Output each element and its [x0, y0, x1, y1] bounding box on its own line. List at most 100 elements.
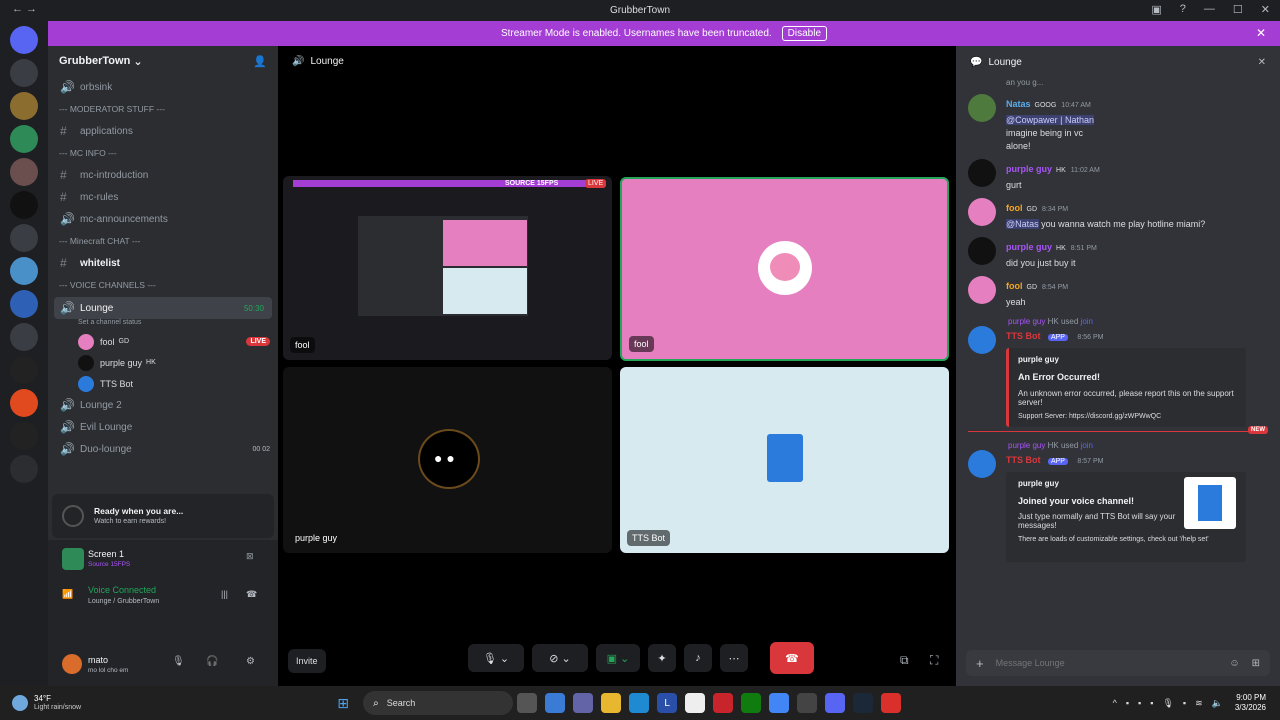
start-icon[interactable]: ⊞	[333, 693, 353, 713]
server-icon[interactable]	[10, 158, 38, 186]
add-member-icon[interactable]: 👤	[253, 55, 267, 68]
server-icon[interactable]	[10, 422, 38, 450]
server-icon[interactable]	[10, 455, 38, 483]
server-icon[interactable]	[10, 356, 38, 384]
inbox-icon[interactable]: ▣	[1151, 3, 1161, 16]
author-name[interactable]: Natas	[1006, 99, 1031, 109]
teams-icon[interactable]	[573, 693, 594, 713]
mcafee-icon[interactable]	[713, 693, 734, 713]
server-icon[interactable]	[10, 92, 38, 120]
tray-app-icon[interactable]: ▪	[1138, 698, 1141, 708]
server-icon[interactable]	[10, 290, 38, 318]
server-icon[interactable]	[10, 224, 38, 252]
emoji-icon[interactable]: ☺	[1229, 658, 1239, 669]
close-chat-icon[interactable]: ✕	[1258, 57, 1266, 68]
voice-user[interactable]: TTS Bot	[48, 373, 278, 394]
command-link[interactable]: join	[1081, 317, 1093, 326]
channel-item[interactable]: # mc-rules	[48, 186, 278, 208]
server-icon[interactable]	[10, 389, 38, 417]
channel-item[interactable]: # whitelist	[48, 252, 278, 274]
edge-icon[interactable]	[629, 693, 650, 713]
voice-status[interactable]: Voice Connected	[88, 585, 156, 595]
disconnect-button[interactable]: ☎	[770, 642, 814, 674]
server-icon[interactable]	[10, 26, 38, 54]
back-forward-icons[interactable]: ← →	[12, 3, 37, 15]
tts-bot-tile[interactable]: TTS Bot	[620, 367, 949, 553]
more-options-button[interactable]: ⋯	[720, 644, 748, 672]
close-button[interactable]: ✕	[1261, 3, 1270, 16]
soundboard-button[interactable]: ♪	[684, 644, 712, 672]
channel-item[interactable]: 🔊 mc-announcements	[48, 208, 278, 230]
server-icon[interactable]	[10, 59, 38, 87]
channel-item[interactable]: # applications	[48, 120, 278, 142]
mention[interactable]: @Natas	[1006, 219, 1039, 229]
app-l-icon[interactable]: L	[657, 693, 678, 713]
headphones-icon[interactable]: 🎧	[206, 656, 218, 667]
settings-gear-icon[interactable]: ⚙	[246, 656, 255, 667]
channel-category[interactable]: --- MODERATOR STUFF ---	[48, 98, 278, 120]
wifi-icon[interactable]: ≋	[1195, 698, 1203, 709]
tray-app-icon[interactable]: ▪	[1150, 698, 1153, 708]
apps-icon[interactable]: ⊞	[1252, 658, 1260, 669]
voice-user[interactable]: fool GD LIVE	[48, 331, 278, 352]
mic-icon[interactable]: 🎙	[172, 656, 185, 667]
tray-chevron-icon[interactable]: ^	[1113, 698, 1117, 708]
avatar[interactable]	[968, 94, 996, 122]
fullscreen-icon[interactable]: ⛶	[930, 653, 938, 668]
camera-toggle-button[interactable]: ⊘ ⌄	[532, 644, 588, 672]
voice-channel-item[interactable]: 🔊 Duo-lounge 00 02	[48, 438, 278, 460]
avatar[interactable]	[968, 237, 996, 265]
minimize-button[interactable]: —	[1204, 3, 1215, 16]
xbox-icon[interactable]	[741, 693, 762, 713]
tray-app-icon[interactable]: ▪	[1126, 698, 1129, 708]
channel-category[interactable]: --- Minecraft CHAT ---	[48, 230, 278, 252]
disconnect-icon[interactable]: ☎	[246, 589, 257, 600]
volume-icon[interactable]: 🔈	[1212, 698, 1223, 709]
server-icon[interactable]	[10, 125, 38, 153]
server-icon[interactable]	[10, 191, 38, 219]
bot-avatar[interactable]	[968, 326, 996, 354]
microphone-app-icon[interactable]	[881, 693, 902, 713]
tray-app-icon[interactable]: ▪	[1183, 698, 1186, 708]
disable-streamer-button[interactable]: Disable	[781, 26, 828, 41]
steam-icon[interactable]	[853, 693, 874, 713]
discord-icon[interactable]	[825, 693, 846, 713]
invoker-name[interactable]: purple guy	[1008, 317, 1045, 326]
invite-button[interactable]: Invite	[288, 649, 326, 673]
quest-card[interactable]: Ready when you are... Watch to earn rewa…	[52, 494, 274, 538]
bot-avatar[interactable]	[968, 450, 996, 478]
mic-toggle-button[interactable]: 🎙 ⌄	[468, 644, 524, 672]
server-header[interactable]: GrubberTown ⌄ 👤	[48, 46, 278, 76]
help-icon[interactable]: ?	[1180, 3, 1186, 16]
screenshare-toggle-button[interactable]: ▣ ⌄	[596, 644, 640, 672]
popout-icon[interactable]: ⧉	[900, 653, 909, 668]
author-name[interactable]: purple guy	[1006, 242, 1052, 252]
voice-channel-item[interactable]: 🔊 Lounge 2	[48, 394, 278, 416]
username[interactable]: mato	[88, 655, 108, 665]
voice-user[interactable]: purple guy HK	[48, 352, 278, 373]
store-icon[interactable]	[685, 693, 706, 713]
channel-item[interactable]: # mc-introduction	[48, 164, 278, 186]
bot-name[interactable]: TTS Bot	[1006, 331, 1041, 341]
copilot-icon[interactable]	[545, 693, 566, 713]
avatar[interactable]	[968, 159, 996, 187]
author-name[interactable]: fool	[1006, 281, 1023, 291]
chrome-icon[interactable]	[769, 693, 790, 713]
activities-button[interactable]: ✦	[648, 644, 676, 672]
avatar[interactable]	[968, 198, 996, 226]
maximize-button[interactable]: ☐	[1233, 3, 1243, 16]
bot-name[interactable]: TTS Bot	[1006, 455, 1041, 465]
author-name[interactable]: fool	[1006, 203, 1023, 213]
stop-stream-icon[interactable]: ⊠	[246, 551, 254, 562]
channel-lounge[interactable]: 🔊 Lounge 50:30	[54, 297, 272, 319]
fool-tile[interactable]: fool	[620, 177, 949, 361]
invoker-name[interactable]: purple guy	[1008, 441, 1045, 450]
command-link[interactable]: join	[1081, 441, 1093, 450]
noise-suppression-icon[interactable]: |||	[221, 589, 228, 599]
channel-category[interactable]: --- VOICE CHANNELS ---	[48, 274, 278, 296]
channel-status[interactable]: Set a channel status	[48, 319, 278, 331]
mention[interactable]: @Cowpawer | Nathan	[1006, 115, 1095, 125]
tray-mic-icon[interactable]: 🎙	[1162, 698, 1173, 709]
server-icon[interactable]	[10, 257, 38, 285]
message-input[interactable]	[995, 658, 1218, 668]
